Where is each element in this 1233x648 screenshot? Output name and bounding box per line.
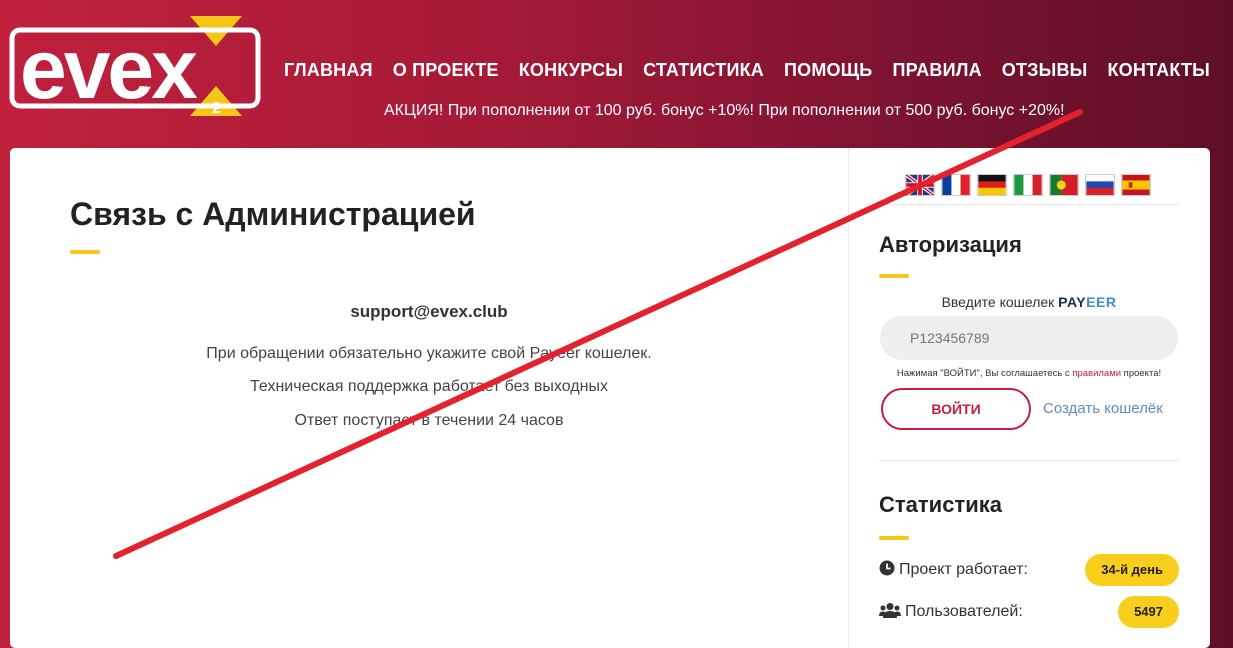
stat-value-users: 5497: [1118, 596, 1179, 628]
title-accent: [70, 250, 100, 254]
pt-flag-icon[interactable]: [1049, 174, 1079, 196]
it-flag-icon[interactable]: [1013, 174, 1043, 196]
es-flag-icon[interactable]: [1121, 174, 1151, 196]
nav-contacts[interactable]: КОНТАКТЫ: [1107, 60, 1210, 81]
nav-rules[interactable]: ПРАВИЛА: [892, 60, 981, 81]
users-icon: [879, 603, 901, 618]
nav-help[interactable]: ПОМОЩЬ: [784, 60, 872, 81]
info-line-2: Техническая поддержка работает без выход…: [250, 378, 608, 395]
promo-banner: АКЦИЯ! При пополнении от 100 руб. бонус …: [384, 102, 1065, 119]
rules-link[interactable]: правилами: [1072, 368, 1121, 379]
payeer-logo-eer: EER: [1086, 294, 1117, 310]
wallet-label: Введите кошелек PAYEER: [941, 294, 1117, 310]
terms-note: Нажимая "ВОЙТИ", Вы соглашаетесь с прави…: [896, 368, 1162, 379]
wallet-input[interactable]: [880, 316, 1178, 360]
nav-home[interactable]: ГЛАВНАЯ: [284, 60, 373, 81]
nav-reviews[interactable]: ОТЗЫВЫ: [1002, 60, 1088, 81]
fr-flag-icon[interactable]: [941, 174, 971, 196]
stats-title: Статистика: [879, 492, 1002, 517]
login-button[interactable]: ВОЙТИ: [881, 388, 1031, 430]
clock-icon: [879, 560, 895, 576]
auth-divider: [879, 460, 1179, 461]
site-header: evex 2 ГЛАВНАЯ О ПРОЕКТЕ КОНКУРСЫ СТАТИС…: [0, 0, 1233, 148]
support-email[interactable]: support@evex.club: [10, 302, 848, 322]
stat-value-uptime: 34-й день: [1085, 554, 1179, 586]
payeer-logo-pay: PAY: [1058, 294, 1087, 310]
flags-divider: [879, 204, 1179, 205]
stat-row-users: Пользователей: 5497: [879, 596, 1179, 628]
nav-statistics[interactable]: СТАТИСТИКА: [643, 60, 764, 81]
svg-text:2: 2: [212, 100, 221, 117]
stats-accent: [879, 536, 909, 540]
stat-label-uptime: Проект работает:: [899, 561, 1028, 578]
language-selector: [905, 174, 1151, 196]
stat-row-uptime: Проект работает: 34-й день: [879, 554, 1179, 586]
create-wallet-link[interactable]: Создать кошелёк: [1043, 400, 1163, 417]
ru-flag-icon[interactable]: [1085, 174, 1115, 196]
auth-title: Авторизация: [879, 232, 1022, 257]
info-line-3: Ответ поступает в течении 24 часов: [294, 412, 564, 429]
stat-label-users: Пользователей:: [905, 603, 1023, 620]
sidebar: Авторизация Введите кошелек PAYEER Нажим…: [849, 148, 1210, 648]
page-title: Связь с Администрацией: [70, 196, 476, 232]
content-card: Связь с Администрацией support@evex.club…: [10, 148, 1210, 648]
nav-contests[interactable]: КОНКУРСЫ: [519, 60, 623, 81]
nav-about[interactable]: О ПРОЕКТЕ: [393, 60, 499, 81]
evex-logo[interactable]: evex 2: [8, 12, 264, 120]
main-content: Связь с Администрацией support@evex.club…: [10, 148, 848, 648]
auth-accent: [879, 274, 909, 278]
main-nav: ГЛАВНАЯ О ПРОЕКТЕ КОНКУРСЫ СТАТИСТИКА ПО…: [284, 60, 1230, 81]
en-flag-icon[interactable]: [905, 174, 935, 196]
info-line-1: При обращении обязательно укажите свой P…: [206, 345, 652, 362]
svg-text:evex: evex: [20, 22, 198, 116]
de-flag-icon[interactable]: [977, 174, 1007, 196]
